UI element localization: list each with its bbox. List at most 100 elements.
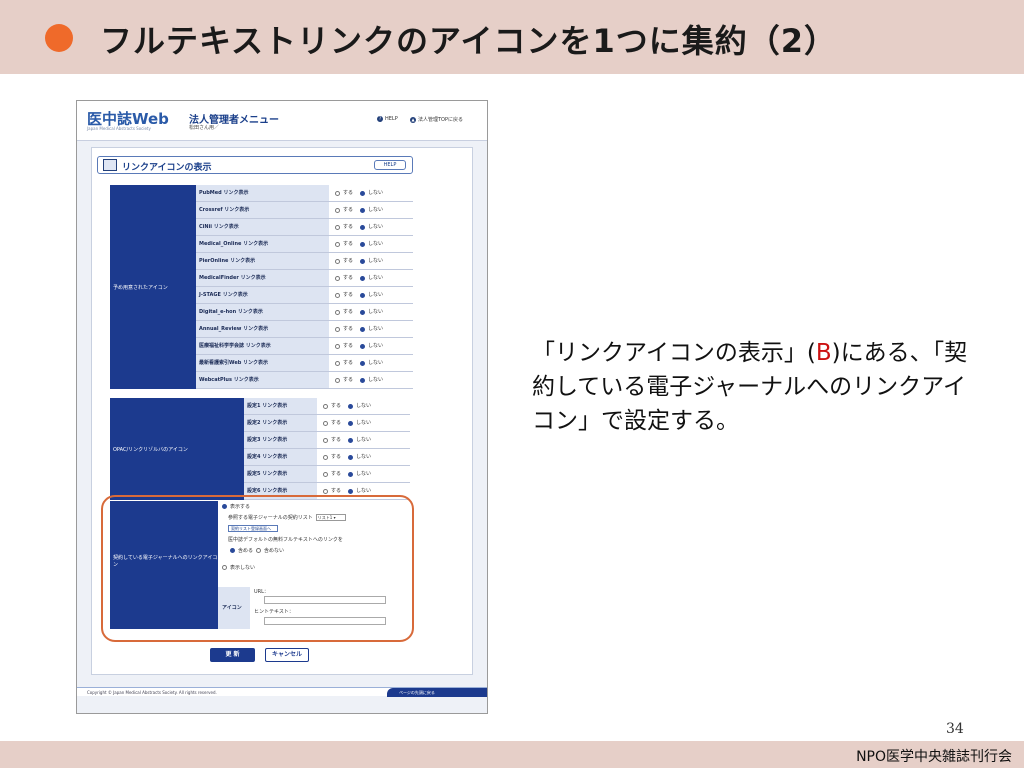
radio-off[interactable] bbox=[348, 471, 354, 477]
radio-off[interactable] bbox=[360, 326, 366, 332]
row-label: 設定2 リンク表示 bbox=[244, 415, 317, 431]
row-label: 設定3 リンク表示 bbox=[244, 432, 317, 448]
radio-on[interactable] bbox=[335, 360, 340, 366]
radio-off[interactable] bbox=[348, 403, 354, 409]
radio-off[interactable] bbox=[360, 258, 366, 264]
footer-text: NPO医学中央雑誌刊行会 bbox=[856, 749, 1012, 765]
help-icon: ? bbox=[377, 116, 383, 122]
radio-on[interactable] bbox=[335, 326, 340, 332]
table-row: CiNii リンク表示 する しない bbox=[196, 219, 413, 236]
radio-off[interactable] bbox=[360, 275, 366, 281]
radio-off[interactable] bbox=[360, 343, 366, 349]
radio-on[interactable] bbox=[323, 471, 328, 477]
arrow-up-icon: ▲ bbox=[410, 116, 416, 123]
row-options: する しない bbox=[329, 185, 413, 201]
table-row: J-STAGE リンク表示 する しない bbox=[196, 287, 413, 304]
radio-on[interactable] bbox=[335, 309, 340, 315]
group2-label: OPAC/リンクリゾルバのアイコン bbox=[110, 398, 244, 500]
row-label: 医療福祉科学学会誌 リンク表示 bbox=[196, 338, 329, 354]
row-options: する しない bbox=[317, 449, 410, 465]
radio-on[interactable] bbox=[323, 454, 328, 460]
menu-user: 松田さん用／ bbox=[189, 125, 220, 131]
row-label: Digital_e-hon リンク表示 bbox=[196, 304, 329, 320]
option-off-label: しない bbox=[368, 360, 384, 366]
radio-on[interactable] bbox=[323, 488, 328, 494]
page-number: 34 bbox=[946, 721, 964, 737]
option-off-label: しない bbox=[356, 454, 372, 460]
radio-off[interactable] bbox=[348, 454, 354, 460]
radio-off[interactable] bbox=[360, 292, 366, 298]
radio-on[interactable] bbox=[335, 275, 340, 281]
table-row: Crossref リンク表示 する しない bbox=[196, 202, 413, 219]
option-on-label: する bbox=[343, 377, 354, 383]
option-on-label: する bbox=[331, 471, 342, 477]
table-row: Digital_e-hon リンク表示 する しない bbox=[196, 304, 413, 321]
row-label: Annual_Review リンク表示 bbox=[196, 321, 329, 337]
row-label: 設定4 リンク表示 bbox=[244, 449, 317, 465]
radio-on[interactable] bbox=[323, 403, 328, 409]
option-off-label: しない bbox=[356, 420, 372, 426]
radio-off[interactable] bbox=[360, 360, 366, 366]
option-off-label: しない bbox=[368, 190, 384, 196]
row-options: する しない bbox=[329, 304, 413, 320]
radio-on[interactable] bbox=[323, 420, 328, 426]
radio-off[interactable] bbox=[360, 224, 366, 230]
radio-on[interactable] bbox=[335, 190, 340, 196]
row-label: CiNii リンク表示 bbox=[196, 219, 329, 235]
radio-on[interactable] bbox=[335, 224, 340, 230]
section-help-button[interactable]: HELP bbox=[374, 160, 406, 170]
app-header: 医中誌Web Japan Medical Abstracts Society 法… bbox=[77, 101, 487, 141]
option-off-label: しない bbox=[368, 241, 384, 247]
radio-on[interactable] bbox=[335, 377, 340, 383]
row-label: WebcatPlus リンク表示 bbox=[196, 372, 329, 388]
option-off-label: しない bbox=[368, 207, 384, 213]
radio-off[interactable] bbox=[360, 207, 366, 213]
help-link[interactable]: ? HELP bbox=[377, 116, 398, 122]
option-off-label: しない bbox=[368, 309, 384, 315]
row-options: する しない bbox=[329, 270, 413, 286]
option-off-label: しない bbox=[356, 471, 372, 477]
radio-off[interactable] bbox=[360, 190, 366, 196]
row-label: Medical_Online リンク表示 bbox=[196, 236, 329, 252]
update-button[interactable]: 更 新 bbox=[210, 648, 255, 662]
option-on-label: する bbox=[343, 292, 354, 298]
row-options: する しない bbox=[317, 466, 410, 482]
section-title: リンクアイコンの表示 HELP bbox=[97, 156, 413, 174]
radio-off[interactable] bbox=[348, 437, 354, 443]
table-row: PubMed リンク表示 する しない bbox=[196, 185, 413, 202]
table-row: 設定2 リンク表示 する しない bbox=[244, 415, 410, 432]
option-on-label: する bbox=[343, 241, 354, 247]
option-on-label: する bbox=[331, 454, 342, 460]
radio-on[interactable] bbox=[335, 258, 340, 264]
row-options: する しない bbox=[317, 398, 410, 414]
slide: フルテキストリンクのアイコンを1つに集約（2） 医中誌Web Japan Med… bbox=[0, 0, 1024, 768]
option-off-label: しない bbox=[368, 326, 384, 332]
option-off-label: しない bbox=[368, 343, 384, 349]
cancel-button[interactable]: キャンセル bbox=[265, 648, 309, 662]
option-off-label: しない bbox=[368, 224, 384, 230]
radio-off[interactable] bbox=[348, 488, 354, 494]
radio-off[interactable] bbox=[348, 420, 354, 426]
option-on-label: する bbox=[331, 437, 342, 443]
page-top-label: ページの先頭に戻る bbox=[399, 690, 435, 695]
option-on-label: する bbox=[343, 343, 354, 349]
bullet-icon bbox=[45, 24, 73, 52]
radio-off[interactable] bbox=[360, 241, 366, 247]
radio-on[interactable] bbox=[335, 207, 340, 213]
radio-on[interactable] bbox=[335, 292, 340, 298]
row-label: MedicalFinder リンク表示 bbox=[196, 270, 329, 286]
option-off-label: しない bbox=[356, 403, 372, 409]
page-top-button[interactable]: ページの先頭に戻る bbox=[387, 688, 487, 697]
option-on-label: する bbox=[343, 190, 354, 196]
table-row: 設定5 リンク表示 する しない bbox=[244, 466, 410, 483]
radio-on[interactable] bbox=[323, 437, 328, 443]
radio-off[interactable] bbox=[360, 377, 366, 383]
radio-on[interactable] bbox=[335, 343, 340, 349]
radio-off[interactable] bbox=[360, 309, 366, 315]
table-row: 設定3 リンク表示 する しない bbox=[244, 432, 410, 449]
radio-on[interactable] bbox=[335, 241, 340, 247]
row-label: 設定5 リンク表示 bbox=[244, 466, 317, 482]
row-options: する しない bbox=[329, 321, 413, 337]
top-link[interactable]: ▲ 法人管理TOPに戻る bbox=[410, 116, 463, 123]
option-on-label: する bbox=[343, 258, 354, 264]
